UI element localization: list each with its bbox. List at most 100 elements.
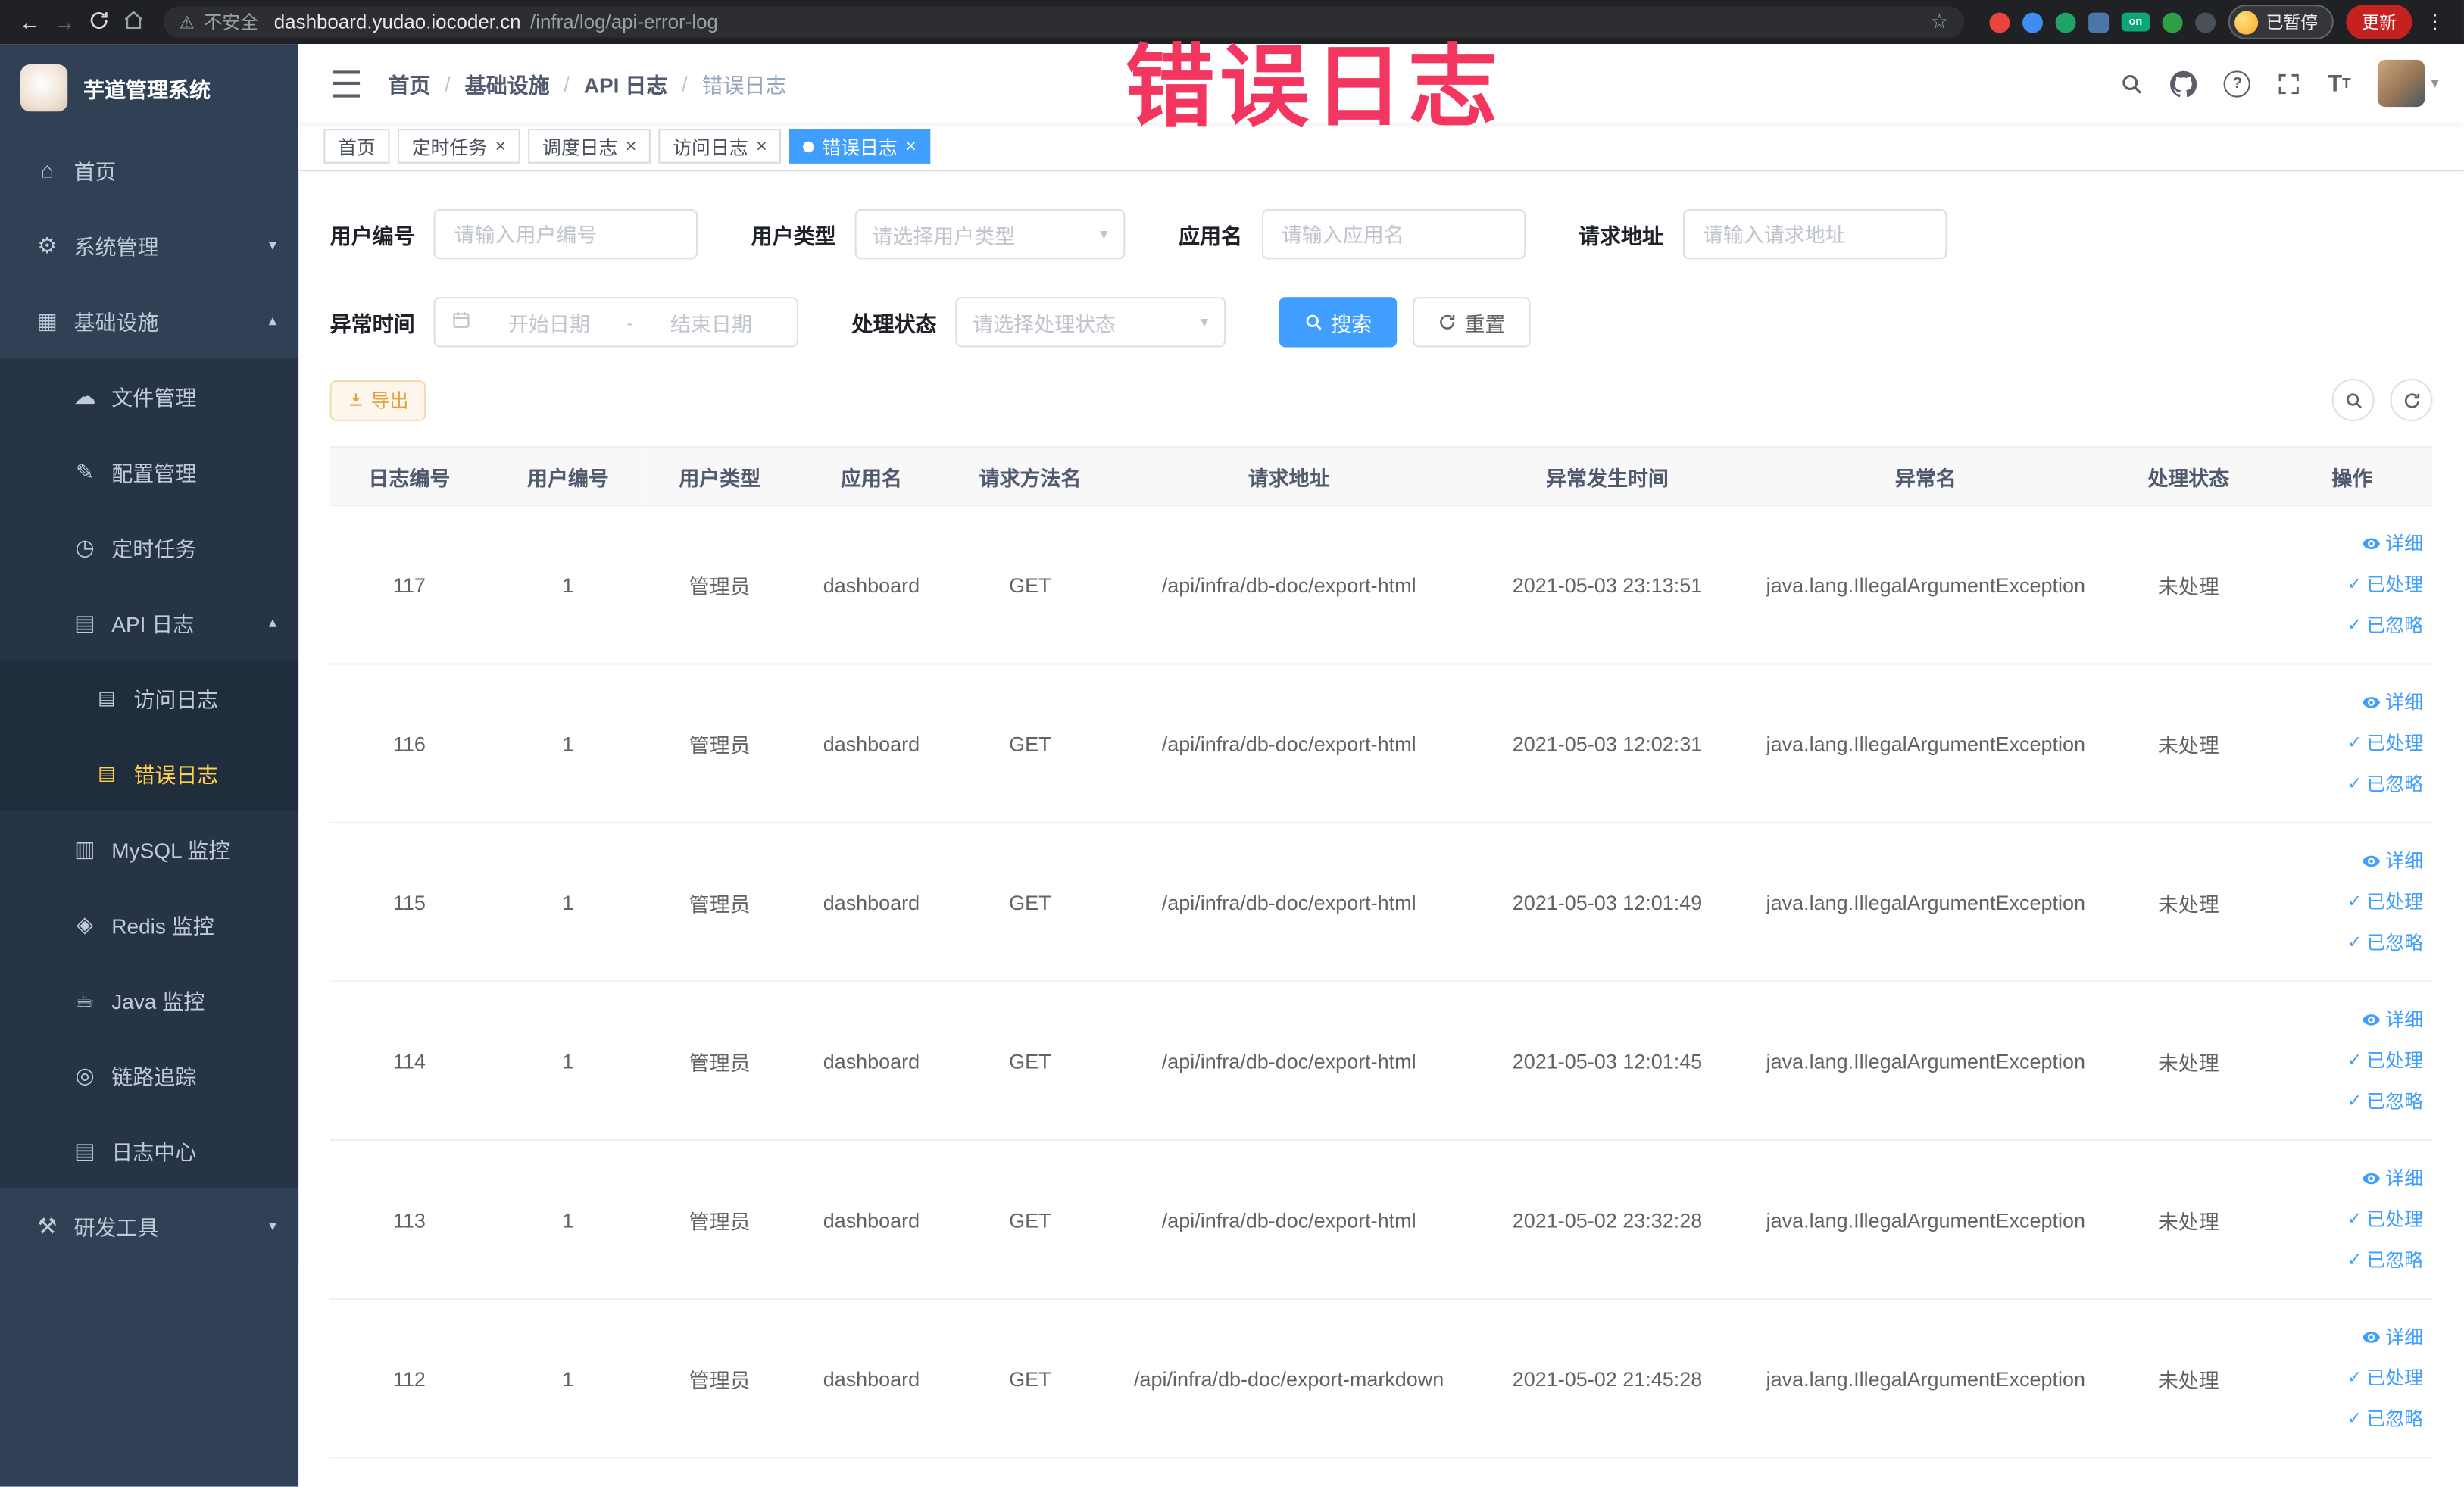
file-icon: ☁ bbox=[73, 383, 96, 408]
sidebar-item-label: 研发工具 bbox=[73, 1216, 159, 1240]
action-detail-link[interactable]: 详细 bbox=[2278, 1317, 2423, 1358]
action-processed-link[interactable]: ✓ 已处理 bbox=[2278, 723, 2423, 764]
browser-update-button[interactable]: 更新 bbox=[2346, 5, 2412, 39]
action-ignored-link[interactable]: ✓ 已忽略 bbox=[2278, 605, 2423, 646]
filter-field-exception-time: 异常时间 开始日期 - 结束日期 bbox=[330, 297, 798, 348]
sidebar-item[interactable]: ☁ 文件管理 bbox=[0, 358, 299, 434]
action-detail-link[interactable]: 详细 bbox=[2278, 523, 2423, 564]
profile-sync-chip[interactable]: 已暂停 bbox=[2228, 5, 2334, 39]
user-id-input[interactable] bbox=[433, 208, 698, 260]
chevron-down-icon: ▾ bbox=[1200, 313, 1209, 331]
sidebar-item[interactable]: ⚒ 研发工具 ▾ bbox=[0, 1188, 299, 1264]
sidebar-item-label: 访问日志 bbox=[133, 688, 219, 712]
column-header: 请求地址 bbox=[1109, 447, 1469, 507]
bookmark-star-icon[interactable]: ☆ bbox=[1930, 9, 1948, 34]
tab-label: 定时任务 bbox=[411, 136, 488, 158]
close-icon[interactable]: × bbox=[756, 136, 767, 155]
action-ignored-link[interactable]: ✓ 已忽略 bbox=[2278, 1240, 2423, 1281]
browser-home-icon[interactable] bbox=[117, 9, 151, 34]
browser-forward-icon[interactable]: → bbox=[47, 11, 82, 33]
extension-dark-plug-icon[interactable] bbox=[2195, 11, 2216, 33]
eye-icon bbox=[2362, 693, 2381, 712]
breadcrumb: 首页 / 基础设施 / API 日志 / 错误日志 bbox=[388, 67, 786, 98]
action-ignored-link[interactable]: ✓ 已忽略 bbox=[2278, 923, 2423, 964]
browser-reload-icon[interactable] bbox=[82, 9, 117, 34]
action-processed-link[interactable]: ✓ 已处理 bbox=[2278, 1199, 2423, 1240]
sidebar-item[interactable]: ▤ API 日志 ▴ bbox=[0, 584, 299, 661]
sidebar-item[interactable]: ▥ MySQL 监控 bbox=[0, 811, 299, 887]
exception-time-range-picker[interactable]: 开始日期 - 结束日期 bbox=[433, 297, 798, 348]
action-ignored-link[interactable]: ✓ 已忽略 bbox=[2278, 764, 2423, 804]
address-bar[interactable]: ⚠ 不安全 dashboard.yudao.iocoder.cn /infra/… bbox=[163, 6, 1965, 38]
sidebar-item[interactable]: ▦ 基础设施 ▴ bbox=[0, 283, 299, 359]
action-processed-link[interactable]: ✓ 已处理 bbox=[2278, 1040, 2423, 1081]
sidebar-item[interactable]: ◈ Redis 监控 bbox=[0, 886, 299, 962]
refresh-button[interactable] bbox=[2390, 378, 2433, 421]
search-button[interactable]: 搜索 bbox=[1279, 297, 1398, 348]
sidebar-item[interactable]: ◷ 定时任务 bbox=[0, 509, 299, 585]
action-detail-link[interactable]: 详细 bbox=[2278, 682, 2423, 723]
extension-on-badge-icon[interactable]: on bbox=[2121, 12, 2150, 32]
profile-avatar bbox=[2234, 10, 2259, 34]
sidebar-item[interactable]: ✎ 配置管理 bbox=[0, 433, 299, 510]
sidebar-item[interactable]: ◎ 链路追踪 bbox=[0, 1037, 299, 1113]
tab-item[interactable]: 访问日志 × bbox=[658, 129, 782, 164]
action-processed-link[interactable]: ✓ 已处理 bbox=[2278, 1357, 2423, 1398]
user-type-select[interactable]: 请选择用户类型 ▾ bbox=[854, 208, 1126, 260]
browser-back-icon[interactable]: ← bbox=[13, 11, 48, 33]
tab-item[interactable]: 调度日志 × bbox=[528, 129, 651, 164]
font-size-icon[interactable]: TT bbox=[2328, 71, 2350, 95]
sidebar-item[interactable]: ⌂ 首页 bbox=[0, 132, 299, 208]
app-name-input[interactable] bbox=[1260, 208, 1526, 260]
reset-button[interactable]: 重置 bbox=[1413, 297, 1531, 348]
extension-red-circle-icon[interactable] bbox=[1989, 11, 2010, 33]
close-icon[interactable]: × bbox=[626, 136, 637, 155]
sidebar-item[interactable]: ⚙ 系统管理 ▾ bbox=[0, 207, 299, 283]
sidebar-item[interactable]: ▤ 日志中心 bbox=[0, 1112, 299, 1189]
action-detail-link[interactable]: 详细 bbox=[2278, 999, 2423, 1040]
tab-item[interactable]: 首页 bbox=[323, 129, 390, 164]
extension-blue-drop-icon[interactable] bbox=[2022, 11, 2043, 33]
breadcrumb-separator: / bbox=[564, 71, 570, 95]
sidebar-item-active[interactable]: ▤ 错误日志 bbox=[0, 735, 299, 811]
tab-item[interactable]: 定时任务 × bbox=[397, 129, 520, 164]
browser-menu-icon[interactable]: ⋮ bbox=[2425, 9, 2445, 34]
help-icon[interactable]: ? bbox=[2224, 70, 2251, 97]
sidebar-logo-row[interactable]: 芋道管理系统 bbox=[0, 44, 298, 132]
search-toggle-button[interactable] bbox=[2331, 378, 2375, 421]
close-icon[interactable]: × bbox=[495, 136, 507, 155]
action-processed-link[interactable]: ✓ 已处理 bbox=[2278, 882, 2423, 923]
table-body: 117 1 管理员 dashboard GET/api/infra/db-doc/exp… bbox=[329, 505, 2433, 1459]
sidebar-toggle-icon[interactable] bbox=[333, 70, 361, 97]
extension-green-leaf-icon[interactable] bbox=[2162, 11, 2183, 33]
breadcrumb-item[interactable]: 基础设施 bbox=[465, 67, 550, 98]
export-button[interactable]: 导出 bbox=[329, 380, 426, 420]
action-processed-link[interactable]: ✓ 已处理 bbox=[2278, 564, 2423, 605]
breadcrumb-item[interactable]: 首页 bbox=[388, 67, 430, 98]
extension-blue-grid-icon[interactable] bbox=[2088, 11, 2110, 33]
action-detail-link[interactable]: 详细 bbox=[2278, 841, 2423, 882]
range-end-placeholder: 结束日期 bbox=[670, 311, 752, 336]
github-icon[interactable] bbox=[2170, 70, 2197, 97]
fullscreen-icon[interactable] bbox=[2278, 71, 2301, 95]
tab-active[interactable]: 错误日志 × bbox=[789, 129, 931, 164]
search-icon[interactable] bbox=[2120, 71, 2144, 95]
action-ignored-link[interactable]: ✓ 已忽略 bbox=[2278, 1081, 2423, 1122]
request-url-input[interactable] bbox=[1682, 208, 1947, 260]
process-status-select[interactable]: 请选择处理状态 ▾ bbox=[955, 297, 1226, 348]
sidebar-item[interactable]: ▤ 访问日志 bbox=[0, 660, 299, 736]
user-avatar-menu[interactable]: ▾ bbox=[2377, 59, 2439, 108]
column-header: 操作 bbox=[2272, 447, 2433, 507]
cell-status: 未处理 bbox=[2105, 981, 2272, 1142]
action-ignored-link[interactable]: ✓ 已忽略 bbox=[2278, 1398, 2423, 1439]
extension-green-circle-icon[interactable] bbox=[2055, 11, 2076, 33]
cell-url: /api/infra/db-doc/export-html bbox=[1109, 823, 1469, 982]
close-icon[interactable]: × bbox=[905, 136, 917, 155]
filter-field-user-id: 用户编号 bbox=[330, 208, 698, 260]
breadcrumb-item[interactable]: API 日志 bbox=[584, 67, 668, 98]
trace-icon: ◎ bbox=[75, 1061, 95, 1087]
action-detail-link[interactable]: 详细 bbox=[2278, 1158, 2423, 1199]
cell-time: 2021-05-03 23:13:51 bbox=[1468, 505, 1747, 665]
action-label: 已处理 bbox=[2366, 732, 2424, 754]
sidebar-item[interactable]: ☕ Java 监控 bbox=[0, 961, 299, 1038]
